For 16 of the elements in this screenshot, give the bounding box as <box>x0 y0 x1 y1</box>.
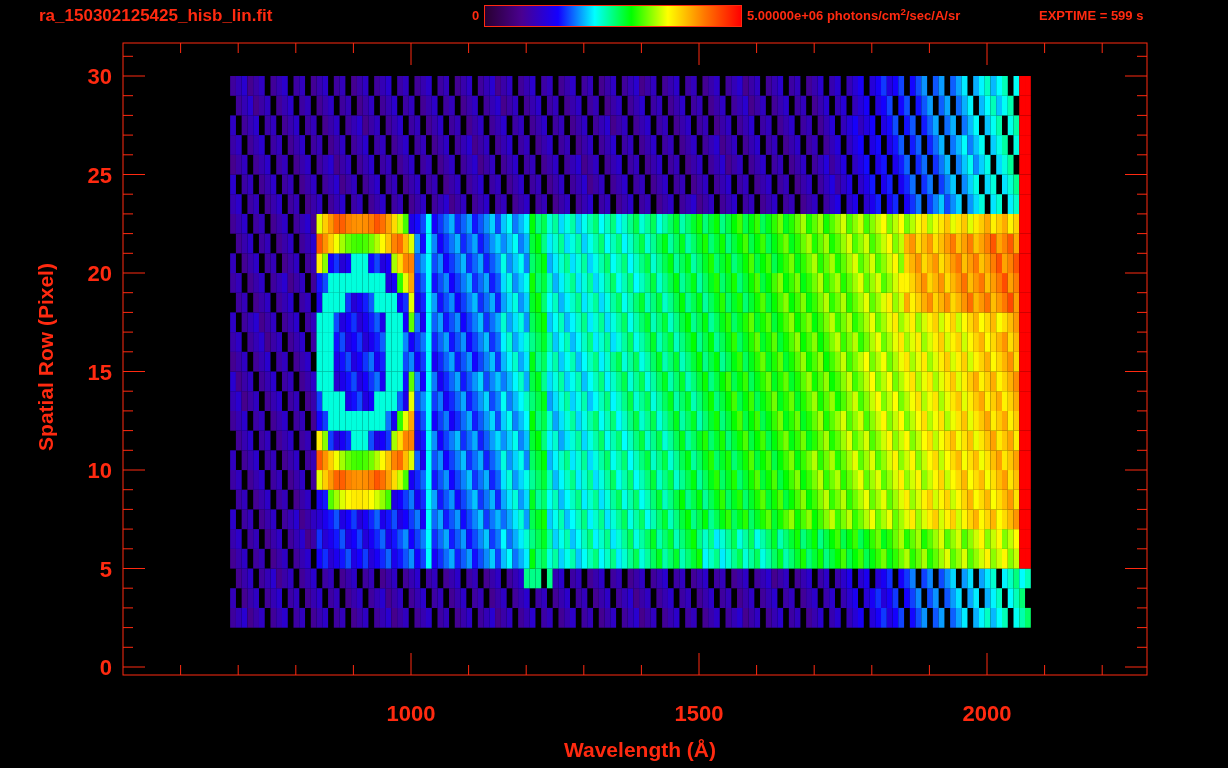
x-tick-label: 1500 <box>674 701 724 726</box>
y-tick-label: 10 <box>87 458 112 483</box>
y-tick-label: 5 <box>99 556 112 582</box>
y-tick-label: 0 <box>99 655 112 680</box>
exposure-time: EXPTIME = 599 s <box>1039 7 1144 26</box>
y-tick-label: 15 <box>87 359 112 385</box>
x-tick-label: 2000 <box>962 701 1012 726</box>
y-tick-label: 25 <box>87 162 112 188</box>
x-axis-title: Wavelength (Å) <box>563 738 717 761</box>
file-name: ra_150302125425_hisb_lin.fit <box>39 5 274 28</box>
x-tick-label: 1000 <box>386 701 436 726</box>
y-axis-title: Spatial Row (Pixel) <box>34 263 57 451</box>
colorbar-max-label: 5.00000e+06 photons/cm$^{2}$/sec/A/sr <box>747 6 962 26</box>
y-tick-label: 20 <box>87 261 112 286</box>
y-tick-label: 30 <box>87 64 112 89</box>
colorbar-min-label: 0 <box>472 7 481 26</box>
